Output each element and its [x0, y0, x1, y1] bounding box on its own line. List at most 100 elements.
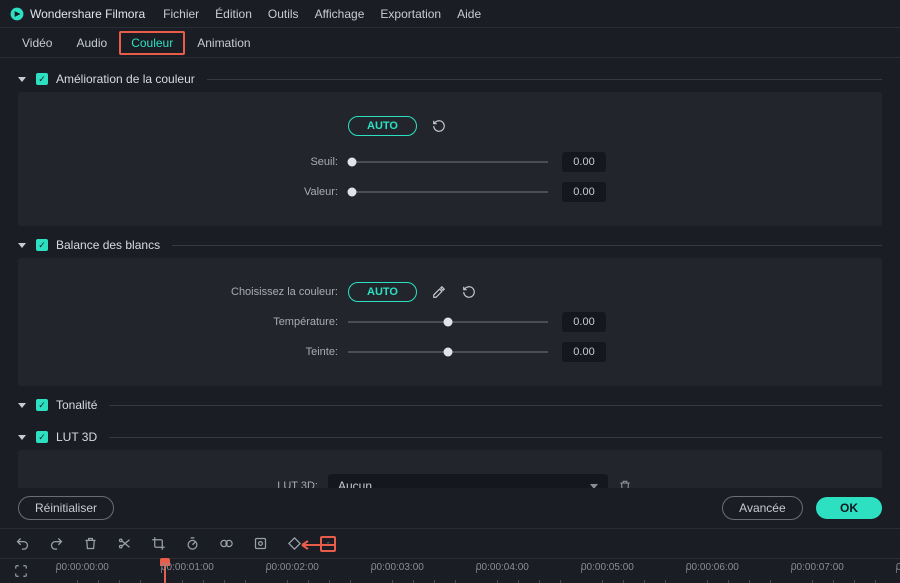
- auto-wb-button[interactable]: AUTO: [348, 282, 417, 302]
- tab-animation[interactable]: Animation: [185, 31, 262, 55]
- section-body-white-balance: Choisissez la couleur: AUTO Température:…: [18, 258, 882, 386]
- menu-outils[interactable]: Outils: [268, 7, 299, 21]
- row-temperature: Température: 0.00: [38, 312, 862, 332]
- tick-label: 00:00:00:00: [56, 562, 109, 573]
- caret-down-icon: [18, 77, 26, 82]
- section-color-enhancement: Amélioration de la couleur AUTO Seuil: 0…: [18, 66, 882, 226]
- tab-couleur[interactable]: Couleur: [119, 31, 185, 55]
- caret-down-icon: [18, 243, 26, 248]
- row-lut3d: LUT 3D: Aucun: [38, 474, 862, 488]
- divider: [207, 79, 882, 80]
- color-correction-icon[interactable]: [320, 536, 336, 552]
- footer: Réinitialiser Avancée OK: [0, 488, 900, 528]
- menubar: Wondershare Filmora Fichier Édition Outi…: [0, 0, 900, 28]
- undo-icon[interactable]: [14, 536, 30, 552]
- slider-teinte[interactable]: [348, 351, 548, 353]
- section-title: Balance des blancs: [56, 238, 160, 252]
- tabbar: Vidéo Audio Couleur Animation: [0, 28, 900, 58]
- green-screen-icon[interactable]: [252, 536, 268, 552]
- reset-wb-icon[interactable]: [461, 284, 477, 300]
- timeline-tick: 00:00:00:00: [56, 559, 109, 573]
- section-title: LUT 3D: [56, 430, 97, 444]
- menu-aide[interactable]: Aide: [457, 7, 481, 21]
- fit-timeline-icon[interactable]: [14, 564, 28, 578]
- slider-seuil[interactable]: [348, 161, 548, 163]
- checkbox-tonalite[interactable]: [36, 399, 48, 411]
- color-match-icon[interactable]: [218, 536, 234, 552]
- section-title: Tonalité: [56, 398, 97, 412]
- menu-fichier[interactable]: Fichier: [163, 7, 199, 21]
- section-body-lut3d: LUT 3D: Aucun: [18, 450, 882, 488]
- dropdown-lut3d[interactable]: Aucun: [328, 474, 608, 488]
- value-valeur[interactable]: 0.00: [562, 182, 606, 202]
- app-title: Wondershare Filmora: [30, 7, 145, 21]
- row-seuil: Seuil: 0.00: [38, 152, 862, 172]
- timeline-tick: 00:00:04:00: [476, 559, 529, 573]
- tick-label: 00:00:05:00: [581, 562, 634, 573]
- timeline-tick: 00:00:02:00: [266, 559, 319, 573]
- tick-label: 00:00:03:00: [371, 562, 424, 573]
- reset-button[interactable]: Réinitialiser: [18, 496, 114, 520]
- row-choose-color: Choisissez la couleur: AUTO: [38, 282, 862, 302]
- tick-label: 00:00:01:00: [161, 562, 214, 573]
- delete-lut-icon[interactable]: [618, 479, 632, 488]
- timeline-tick: 00:00:03:00: [371, 559, 424, 573]
- divider: [109, 405, 882, 406]
- menu-exportation[interactable]: Exportation: [380, 7, 441, 21]
- chevron-down-icon: [590, 484, 598, 489]
- timeline-tick: 00:00:06:00: [686, 559, 739, 573]
- label-teinte: Teinte:: [38, 346, 348, 358]
- value-seuil[interactable]: 0.00: [562, 152, 606, 172]
- section-lut3d: LUT 3D LUT 3D: Aucun: [18, 424, 882, 488]
- divider: [109, 437, 882, 438]
- value-teinte[interactable]: 0.00: [562, 342, 606, 362]
- section-header-white-balance[interactable]: Balance des blancs: [18, 232, 882, 258]
- dropdown-lut3d-value: Aucun: [338, 479, 372, 488]
- reset-enhance-icon[interactable]: [431, 118, 447, 134]
- timeline-tick: 00:00:05:00: [581, 559, 634, 573]
- slider-temperature[interactable]: [348, 321, 548, 323]
- slider-valeur[interactable]: [348, 191, 548, 193]
- ok-button[interactable]: OK: [816, 497, 882, 519]
- app-logo-icon: [10, 7, 24, 21]
- checkbox-white-balance[interactable]: [36, 239, 48, 251]
- checkbox-lut3d[interactable]: [36, 431, 48, 443]
- timeline-tick: 00:00:08:00: [896, 559, 900, 573]
- tab-video[interactable]: Vidéo: [10, 31, 64, 55]
- advanced-button[interactable]: Avancée: [722, 496, 802, 520]
- eyedropper-icon[interactable]: [431, 284, 447, 300]
- divider: [172, 245, 882, 246]
- section-title: Amélioration de la couleur: [56, 72, 195, 86]
- timeline-tick: 00:00:01:00: [161, 559, 214, 573]
- timeline-tick: 00:00:07:00: [791, 559, 844, 573]
- caret-down-icon: [18, 403, 26, 408]
- crop-icon[interactable]: [150, 536, 166, 552]
- split-icon[interactable]: [116, 536, 132, 552]
- tick-label: 00:00:02:00: [266, 562, 319, 573]
- section-header-color-enhancement[interactable]: Amélioration de la couleur: [18, 66, 882, 92]
- section-body-color-enhancement: AUTO Seuil: 0.00 Valeur: 0.00: [18, 92, 882, 226]
- redo-icon[interactable]: [48, 536, 64, 552]
- timeline-toolbar: [0, 528, 900, 558]
- value-temperature[interactable]: 0.00: [562, 312, 606, 332]
- delete-icon[interactable]: [82, 536, 98, 552]
- caret-down-icon: [18, 435, 26, 440]
- checkbox-color-enhancement[interactable]: [36, 73, 48, 85]
- row-teinte: Teinte: 0.00: [38, 342, 862, 362]
- label-lut3d: LUT 3D:: [38, 480, 328, 488]
- auto-enhance-button[interactable]: AUTO: [348, 116, 417, 136]
- label-valeur: Valeur:: [38, 186, 348, 198]
- section-header-tonalite[interactable]: Tonalité: [18, 392, 882, 418]
- tab-audio[interactable]: Audio: [64, 31, 119, 55]
- speed-icon[interactable]: [184, 536, 200, 552]
- section-white-balance: Balance des blancs Choisissez la couleur…: [18, 232, 882, 386]
- menu-edition[interactable]: Édition: [215, 7, 252, 21]
- keyframe-icon[interactable]: [286, 536, 302, 552]
- tick-label: 00:00:06:00: [686, 562, 739, 573]
- section-header-lut3d[interactable]: LUT 3D: [18, 424, 882, 450]
- timeline-ruler[interactable]: 00:00:00:00 00:00:01:00 00:00:02:00 00:00:0…: [56, 559, 886, 583]
- color-panel: Amélioration de la couleur AUTO Seuil: 0…: [0, 58, 900, 488]
- label-seuil: Seuil:: [38, 156, 348, 168]
- menu-affichage[interactable]: Affichage: [315, 7, 365, 21]
- tick-label: 00:00:04:00: [476, 562, 529, 573]
